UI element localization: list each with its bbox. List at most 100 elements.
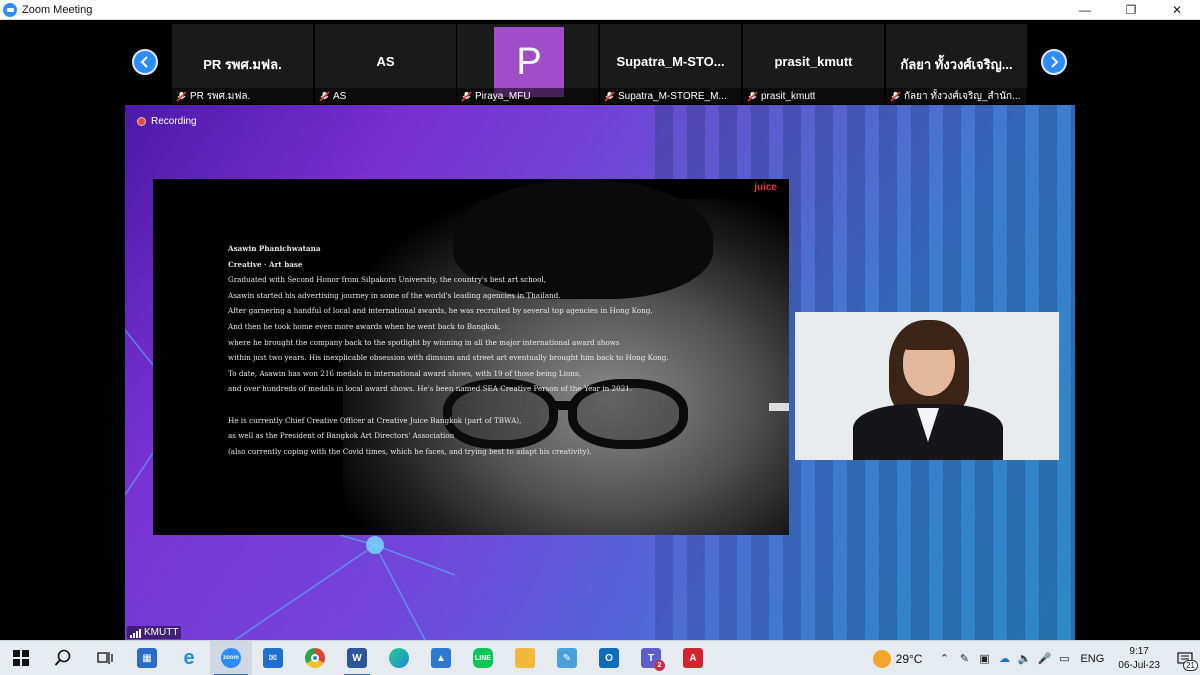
internet-explorer-app[interactable]: e [168,641,210,675]
active-speaker-video[interactable]: Recording juice Asawin Phanichwatana Cre… [125,105,1075,640]
bio-line: Graduated with Second Honor from Silpako… [228,275,547,285]
participant-tile[interactable]: PR รพศ.มฟล. PR รพศ.มฟล. [172,24,313,104]
search-icon [54,649,71,666]
word-icon: W [347,648,367,668]
windows-logo-icon [13,650,29,666]
notification-center-button[interactable]: 21 [1170,641,1200,675]
network-icon: ▣ [979,653,990,665]
bio-line: Asawin started his advertising journey i… [228,290,561,300]
minimize-icon: — [1079,3,1091,17]
clock-time: 9:17 [1129,645,1149,657]
active-speaker-label: KMUTT [127,626,182,639]
active-speaker-name: KMUTT [144,627,179,638]
slide-person-role: Creative · Art base [228,259,303,269]
close-button[interactable]: ✕ [1154,0,1200,20]
word-app[interactable]: W [336,641,378,675]
previous-page-button[interactable] [132,49,158,75]
participant-label: Piraya_MFU [457,88,598,104]
edge-icon [389,648,409,668]
notepad-app[interactable]: ✎ [546,641,588,675]
network-tray-button[interactable]: ▣ [974,641,994,675]
bio-line: as well as the President of Bangkok Art … [228,431,455,441]
bio-line: and over hundreds of medals in local awa… [228,384,633,394]
onedrive-tray-button[interactable]: ☁ [994,641,1014,675]
line-icon: LINE [473,648,493,668]
microphone-icon: 🎤 [1037,653,1052,665]
recording-label: Recording [151,116,197,127]
mic-off-icon [604,90,615,102]
bio-line: within just two years. His inexplicable … [228,353,669,363]
chevron-right-icon [1051,56,1059,68]
weather-icon [872,649,891,668]
volume-tray-button[interactable]: 🔈 [1014,641,1034,675]
signal-strength-icon [130,629,141,638]
window-title: Zoom Meeting [22,3,93,16]
bio-line: (also currently coping with the Covid ti… [228,446,592,456]
acrobat-app[interactable]: A [672,641,714,675]
battery-icon: ▭ [1059,653,1070,665]
show-hidden-icons-button[interactable]: ⌃ [934,641,954,675]
participant-tile[interactable]: prasit_kmutt prasit_kmutt [743,24,884,104]
pen-tray-button[interactable]: ✎ [954,641,974,675]
photos-app[interactable]: ▲ [420,641,462,675]
participant-label: PR รพศ.มฟล. [172,88,313,104]
bio-line: To date, Asawin has won 216 medals in in… [228,368,581,378]
restore-button[interactable]: ❐ [1108,0,1154,20]
participant-tile[interactable]: P Piraya_MFU [457,24,598,104]
title-bar: Zoom Meeting — ❐ ✕ [0,0,1200,20]
participant-label: กัลยา ทั้งวงศ์เจริญ_สำนัก... [886,88,1027,104]
participant-label: Supatra_M-STORE_M... [600,88,741,104]
file-explorer-app[interactable] [504,641,546,675]
zoom-app[interactable]: zoom [210,640,252,675]
participant-label: AS [315,88,456,104]
chrome-icon [305,648,325,668]
edge-app[interactable] [378,641,420,675]
teams-badge: 2 [654,660,665,671]
presenter-bangs [899,324,959,350]
teams-app[interactable]: T2 [630,641,672,675]
task-view-button[interactable] [84,641,126,675]
participant-display-name: PR รพศ.มฟล. [203,57,282,72]
internet-explorer-icon: e [183,646,195,669]
language-indicator[interactable]: ENG [1080,653,1104,665]
recording-indicator[interactable]: Recording [137,116,197,127]
participant-tile[interactable]: AS AS [315,24,456,104]
participant-tile[interactable]: กัลยา ทั้งวงศ์เจริญ... กัลยา ทั้งวงศ์เจร… [886,24,1027,104]
participant-name: prasit_kmutt [761,90,816,102]
mail-icon: ✉ [263,648,283,668]
participant-name: PR รพศ.มฟล. [190,90,251,102]
start-button[interactable] [0,641,42,675]
search-button[interactable] [42,641,84,675]
outlook-icon: O [599,648,619,668]
clock-date: 06-Jul-23 [1118,659,1160,671]
restore-icon: ❐ [1125,3,1137,17]
minimize-button[interactable]: — [1062,0,1108,20]
mail-app[interactable]: ✉ [252,641,294,675]
weather-widget[interactable]: 29°C [872,649,922,668]
slide-bio-text: Asawin Phanichwatana Creative · Art base… [228,241,748,459]
photos-icon: ▲ [431,648,451,668]
battery-tray-button[interactable]: ▭ [1054,641,1074,675]
mic-off-icon [747,90,758,102]
clock[interactable]: 9:17 06-Jul-23 [1118,645,1160,673]
microphone-tray-button[interactable]: 🎤 [1034,641,1054,675]
outlook-app[interactable]: O [588,641,630,675]
store-app[interactable]: ▦ [126,641,168,675]
participant-name: กัลยา ทั้งวงศ์เจริญ_สำนัก... [904,90,1021,102]
next-page-button[interactable] [1041,49,1067,75]
participant-label: prasit_kmutt [743,88,884,104]
cloud-icon: ☁ [998,653,1010,665]
notification-count: 21 [1183,660,1198,671]
participant-display-name: prasit_kmutt [774,54,853,69]
participant-tile[interactable]: Supatra_M-STO... Supatra_M-STORE_M... [600,24,741,104]
chevron-left-icon [140,56,148,68]
mic-off-icon [461,90,472,102]
line-app[interactable]: LINE [462,641,504,675]
presentation-slide: juice Asawin Phanichwatana Creative · Ar… [153,179,789,535]
task-view-icon [97,652,113,664]
system-tray: 29°C ⌃ ✎ ▣ ☁ 🔈 🎤 ▭ ENG 9:17 06-Jul-23 21 [872,641,1200,675]
bio-line: After garnering a handful of local and i… [228,306,653,316]
folder-icon [515,648,535,668]
chrome-app[interactable] [294,641,336,675]
mic-off-icon [319,90,330,102]
